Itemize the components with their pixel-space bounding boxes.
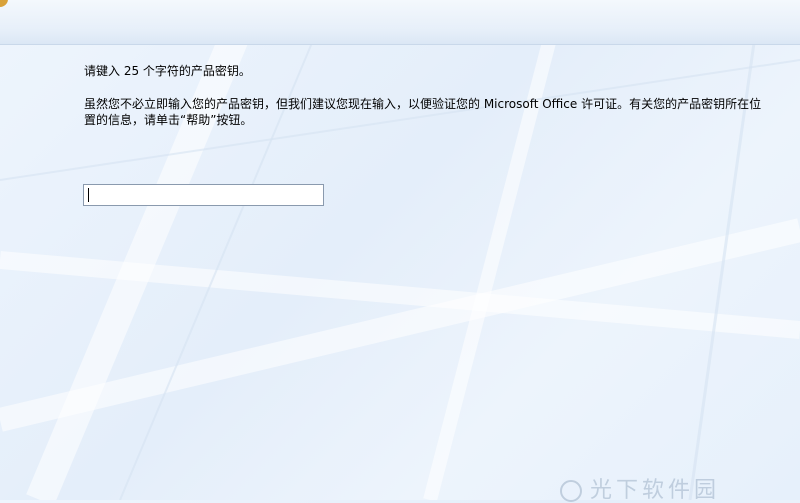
header-band: [0, 0, 800, 45]
product-key-panel: 请键入 25 个字符的产品密钥。 虽然您不必立即输入您的产品密钥，但我们建议您现…: [84, 63, 774, 128]
watermark: 光下软件园: [560, 480, 790, 502]
product-key-prompt: 请键入 25 个字符的产品密钥。: [84, 64, 251, 78]
office-logo-icon: [0, 0, 8, 7]
site-logo-icon: [560, 480, 582, 502]
product-key-input[interactable]: [83, 184, 324, 206]
watermark-text: 光下软件园: [590, 478, 721, 503]
product-key-description: 虽然您不必立即输入您的产品密钥，但我们建议您现在输入，以便验证您的 Micros…: [84, 97, 762, 127]
text-caret: [88, 188, 89, 202]
